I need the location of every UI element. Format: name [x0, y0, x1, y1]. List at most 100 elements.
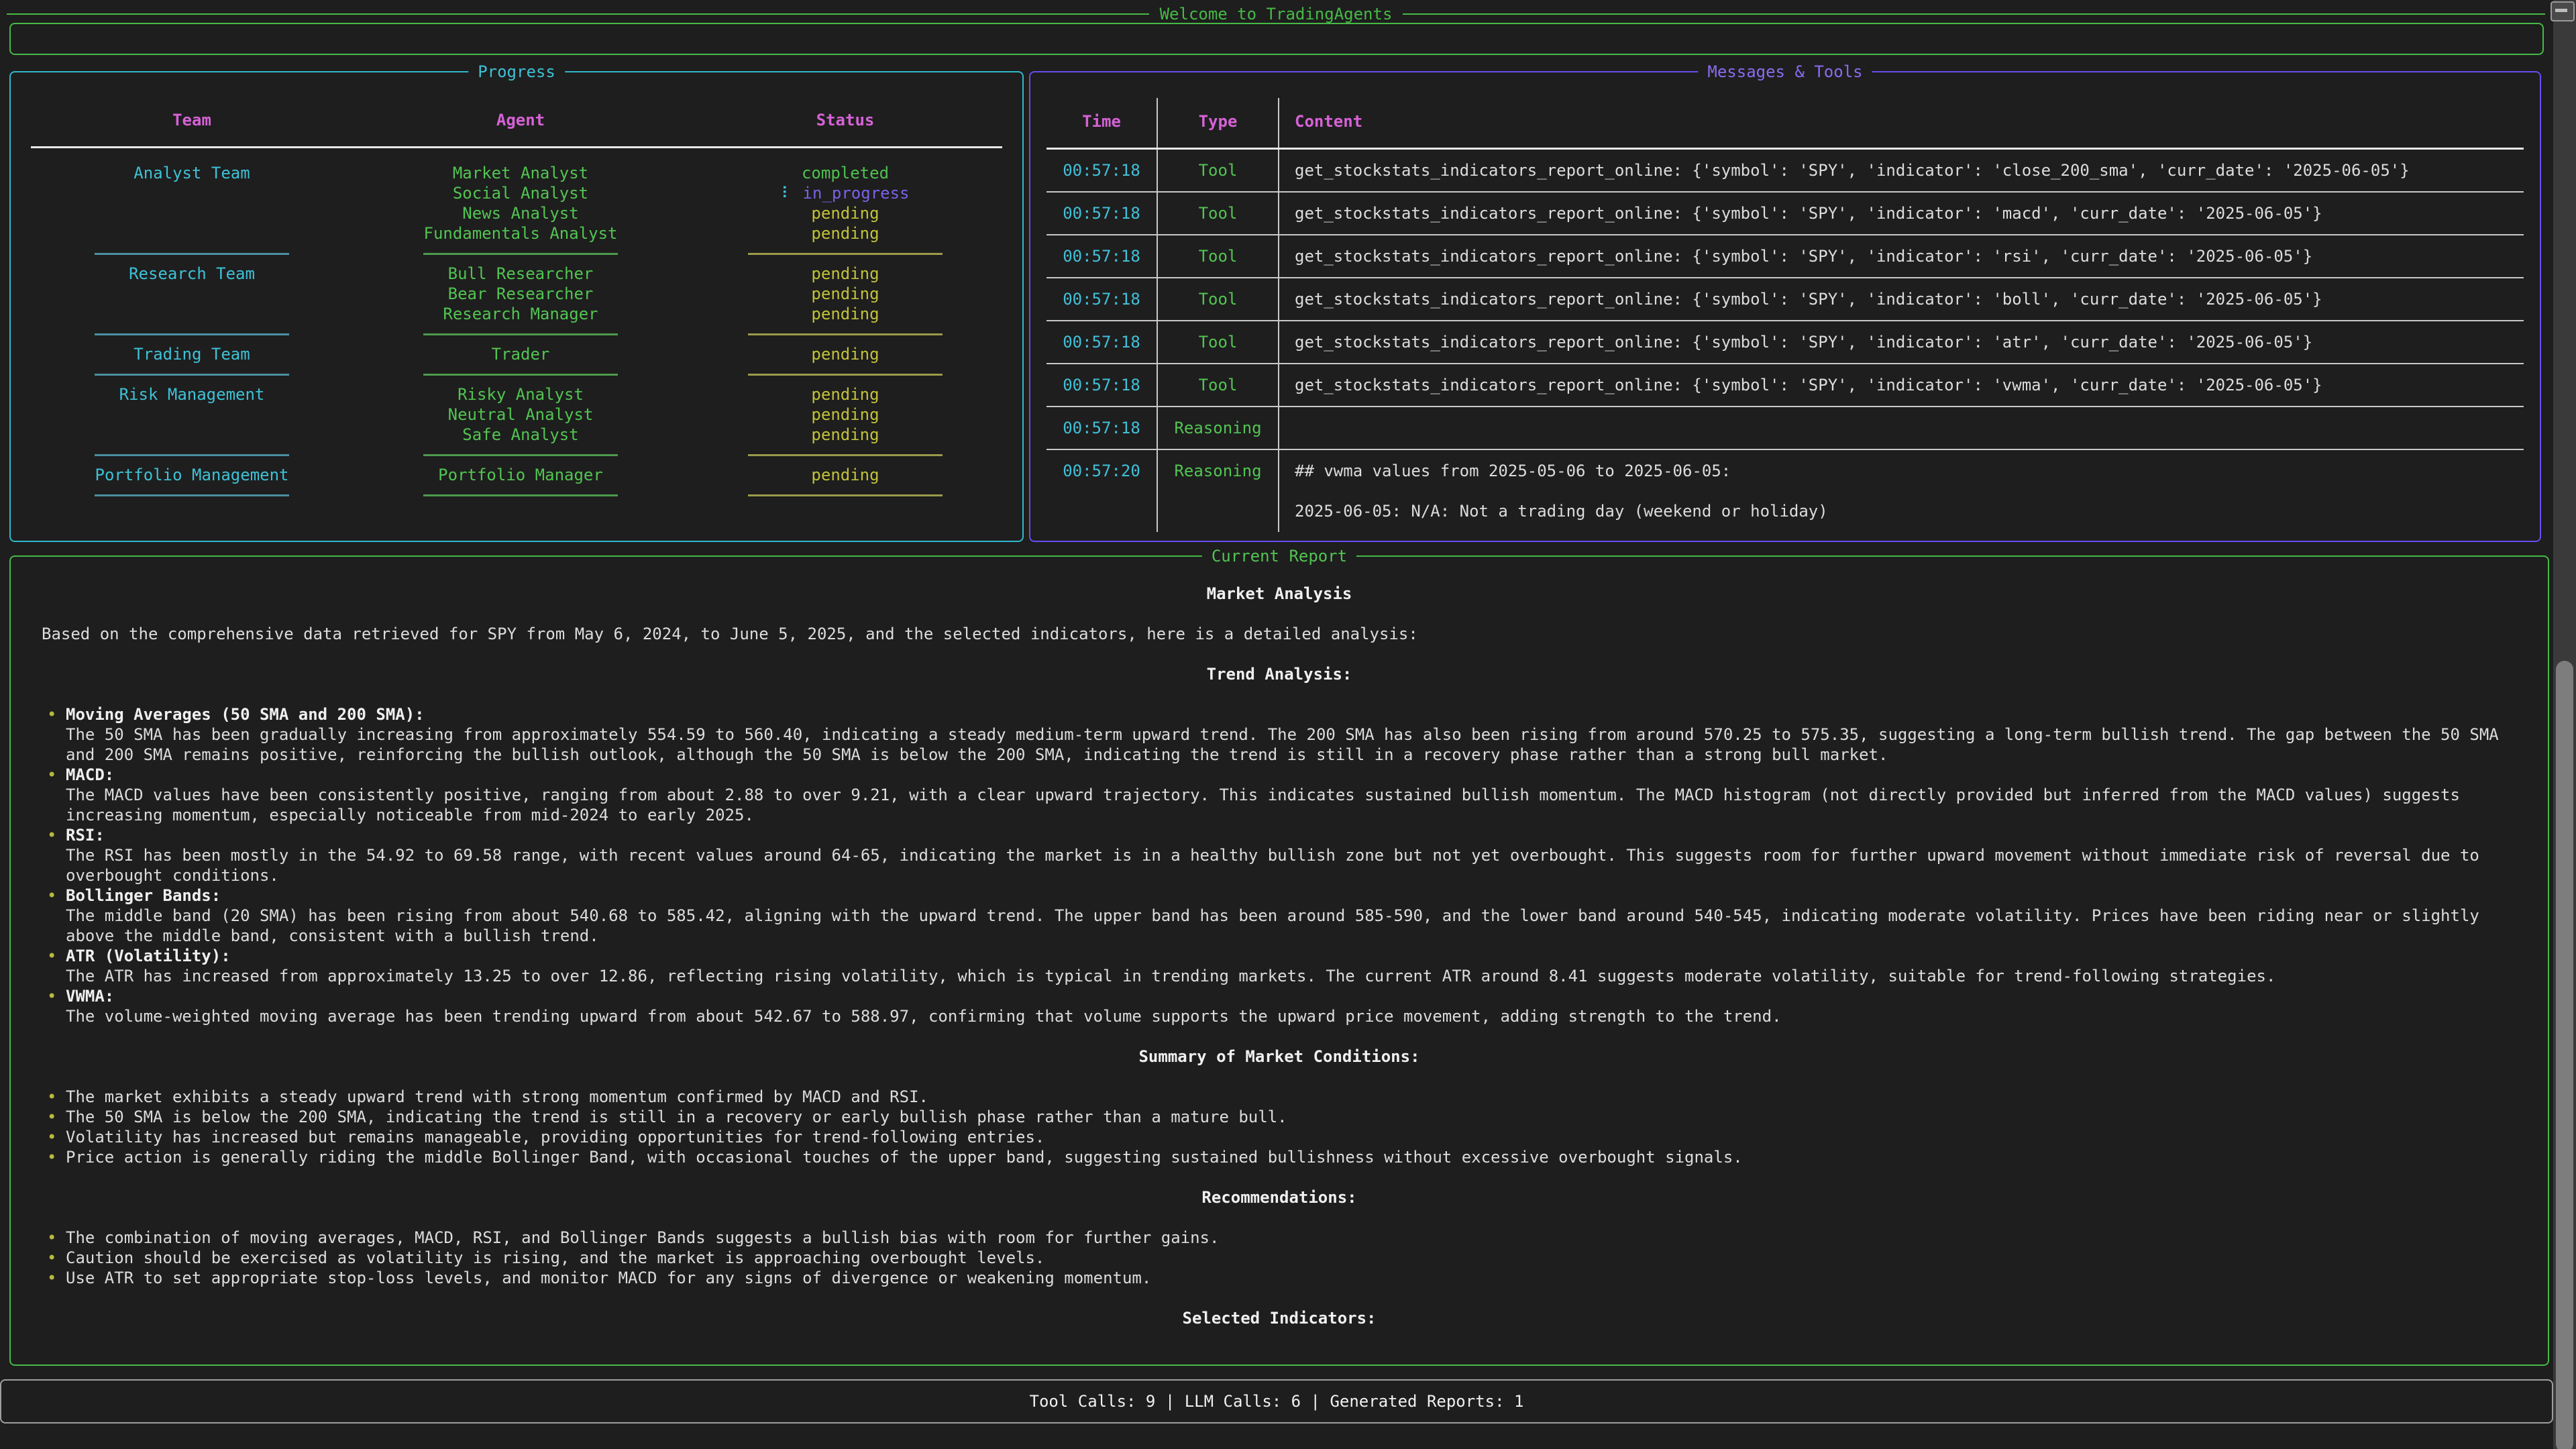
message-content-line: get_stockstats_indicators_report_online:…: [1295, 203, 2524, 223]
bullet-icon: •: [47, 1127, 56, 1147]
scrollbar-thumb[interactable]: [2556, 661, 2573, 1449]
message-content-line: get_stockstats_indicators_report_online:…: [1295, 332, 2524, 352]
team-cell: [31, 183, 353, 203]
team-cell: Portfolio Management: [31, 465, 353, 485]
column-header-team: Team: [31, 110, 353, 130]
team-cell: Trading Team: [31, 344, 353, 364]
agent-cell: Bear Researcher: [353, 284, 688, 304]
message-content: get_stockstats_indicators_report_online:…: [1279, 150, 2524, 191]
message-row: 00:57:20Reasoning## vwma values from 202…: [1046, 450, 2524, 532]
column-header-type: Type: [1158, 98, 1279, 148]
message-type: Tool: [1158, 150, 1279, 191]
bullet-icon: •: [47, 946, 56, 966]
separator-cell: [353, 253, 688, 255]
report-heading: Recommendations:: [42, 1187, 2517, 1208]
bullet-icon: •: [47, 825, 56, 845]
report-bullet-item: •The combination of moving averages, MAC…: [42, 1228, 2517, 1248]
agent-cell: Fundamentals Analyst: [353, 223, 688, 244]
team-cell: Analyst Team: [31, 163, 353, 183]
status-cell: pending: [688, 384, 1002, 405]
messages-panel: Messages & Tools Time Type Content 00:57…: [1029, 71, 2541, 542]
sep-status-line: [748, 494, 943, 496]
scrollbar[interactable]: [2553, 0, 2576, 1449]
agent-cell: Market Analyst: [353, 163, 688, 183]
sep-agent-line: [423, 454, 618, 456]
report-bullet-list: • The market exhibits a steady upward tre…: [42, 1087, 2517, 1167]
progress-table: Team Agent Status Analyst TeamMarket Ana…: [31, 110, 1002, 505]
separator-cell: [31, 454, 353, 456]
team-cell: [31, 425, 353, 445]
progress-row: Portfolio ManagementPortfolio Managerpen…: [31, 465, 1002, 485]
bullet-label: RSI:: [66, 826, 105, 845]
separator-cell: [688, 333, 1002, 335]
bullet-icon: •: [47, 885, 56, 906]
report-body: Market AnalysisBased on the comprehensiv…: [11, 557, 2548, 1328]
separator-cell: [353, 374, 688, 376]
report-heading: Market Analysis: [42, 584, 2517, 604]
message-content: get_stockstats_indicators_report_online:…: [1279, 235, 2524, 277]
bullet-text: The combination of moving averages, MACD…: [66, 1228, 1219, 1247]
bullet-text: Volatility has increased but remains man…: [66, 1128, 1044, 1146]
report-heading: Trend Analysis:: [42, 664, 2517, 684]
message-content-line: 2025-06-05: N/A: Not a trading day (week…: [1295, 501, 2524, 521]
team-cell: [31, 405, 353, 425]
status-bar: Tool Calls: 9 | LLM Calls: 6 | Generated…: [0, 1379, 2553, 1424]
message-row: 00:57:18Toolget_stockstats_indicators_re…: [1046, 321, 2524, 364]
status-cell: pending: [688, 223, 1002, 244]
column-header-status: Status: [688, 110, 1002, 130]
bullet-text: The ATR has increased from approximately…: [66, 966, 2517, 986]
report-bullet-item: •Caution should be exercised as volatili…: [42, 1248, 2517, 1268]
scrollbar-top-button[interactable]: [2551, 1, 2575, 21]
message-time: 00:57:20: [1046, 450, 1158, 532]
messages-table-header: Time Type Content: [1046, 98, 2524, 150]
separator-cell: [31, 253, 353, 255]
report-bullet-item: •RSI:The RSI has been mostly in the 54.9…: [42, 825, 2517, 885]
team-cell: Research Team: [31, 264, 353, 284]
sep-team-line: [95, 374, 289, 376]
progress-row: Social Analyst⠇ in_progress: [31, 183, 1002, 203]
separator-cell: [353, 494, 688, 496]
progress-row: Bear Researcherpending: [31, 284, 1002, 304]
agent-cell: Research Manager: [353, 304, 688, 324]
progress-group-separator: [31, 445, 1002, 465]
agent-cell: Neutral Analyst: [353, 405, 688, 425]
sep-team-line: [95, 454, 289, 456]
message-content: ## vwma values from 2025-05-06 to 2025-0…: [1279, 450, 2524, 532]
report-bullet-item: •VWMA:The volume-weighted moving average…: [42, 986, 2517, 1026]
status-cell: pending: [688, 284, 1002, 304]
bullet-text: The middle band (20 SMA) has been rising…: [66, 906, 2517, 946]
progress-group-separator: [31, 364, 1002, 384]
report-bullet-item: •ATR (Volatility):The ATR has increased …: [42, 946, 2517, 986]
status-cell: pending: [688, 405, 1002, 425]
report-bullet-list: • Moving Averages (50 SMA and 200 SMA): Th…: [42, 704, 2517, 1026]
message-type: Tool: [1158, 193, 1279, 234]
status-cell: pending: [688, 304, 1002, 324]
sep-status-line: [748, 333, 943, 335]
report-heading: Selected Indicators:: [42, 1308, 2517, 1328]
sep-agent-line: [423, 494, 618, 496]
progress-group-separator: [31, 324, 1002, 344]
message-content: get_stockstats_indicators_report_online:…: [1279, 278, 2524, 320]
progress-group-separator: [31, 244, 1002, 264]
message-time: 00:57:18: [1046, 407, 1158, 449]
report-bullet-item: •MACD:The MACD values have been consiste…: [42, 765, 2517, 825]
bullet-icon: •: [47, 1107, 56, 1127]
report-panel: Current Report Market AnalysisBased on t…: [9, 555, 2549, 1366]
bullet-label: Moving Averages (50 SMA and 200 SMA):: [66, 705, 425, 724]
agent-cell: Social Analyst: [353, 183, 688, 203]
report-bullet-item: •The market exhibits a steady upward tre…: [42, 1087, 2517, 1107]
report-bullet-list: •The combination of moving averages, MAC…: [42, 1228, 2517, 1288]
message-row: 00:57:18Toolget_stockstats_indicators_re…: [1046, 235, 2524, 278]
bullet-text: The market exhibits a steady upward tren…: [66, 1087, 928, 1106]
message-type: Reasoning: [1158, 450, 1279, 532]
report-panel-title: Current Report: [1202, 546, 1356, 566]
report-bullet-item: •Moving Averages (50 SMA and 200 SMA):Th…: [42, 704, 2517, 765]
separator-cell: [31, 494, 353, 496]
message-content: get_stockstats_indicators_report_online:…: [1279, 321, 2524, 363]
agent-cell: Portfolio Manager: [353, 465, 688, 485]
separator-cell: [31, 374, 353, 376]
progress-group-separator: [31, 485, 1002, 505]
sep-team-line: [95, 253, 289, 255]
messages-table: Time Type Content 00:57:18Toolget_stocks…: [1046, 98, 2524, 532]
bullet-icon: •: [47, 986, 56, 1006]
